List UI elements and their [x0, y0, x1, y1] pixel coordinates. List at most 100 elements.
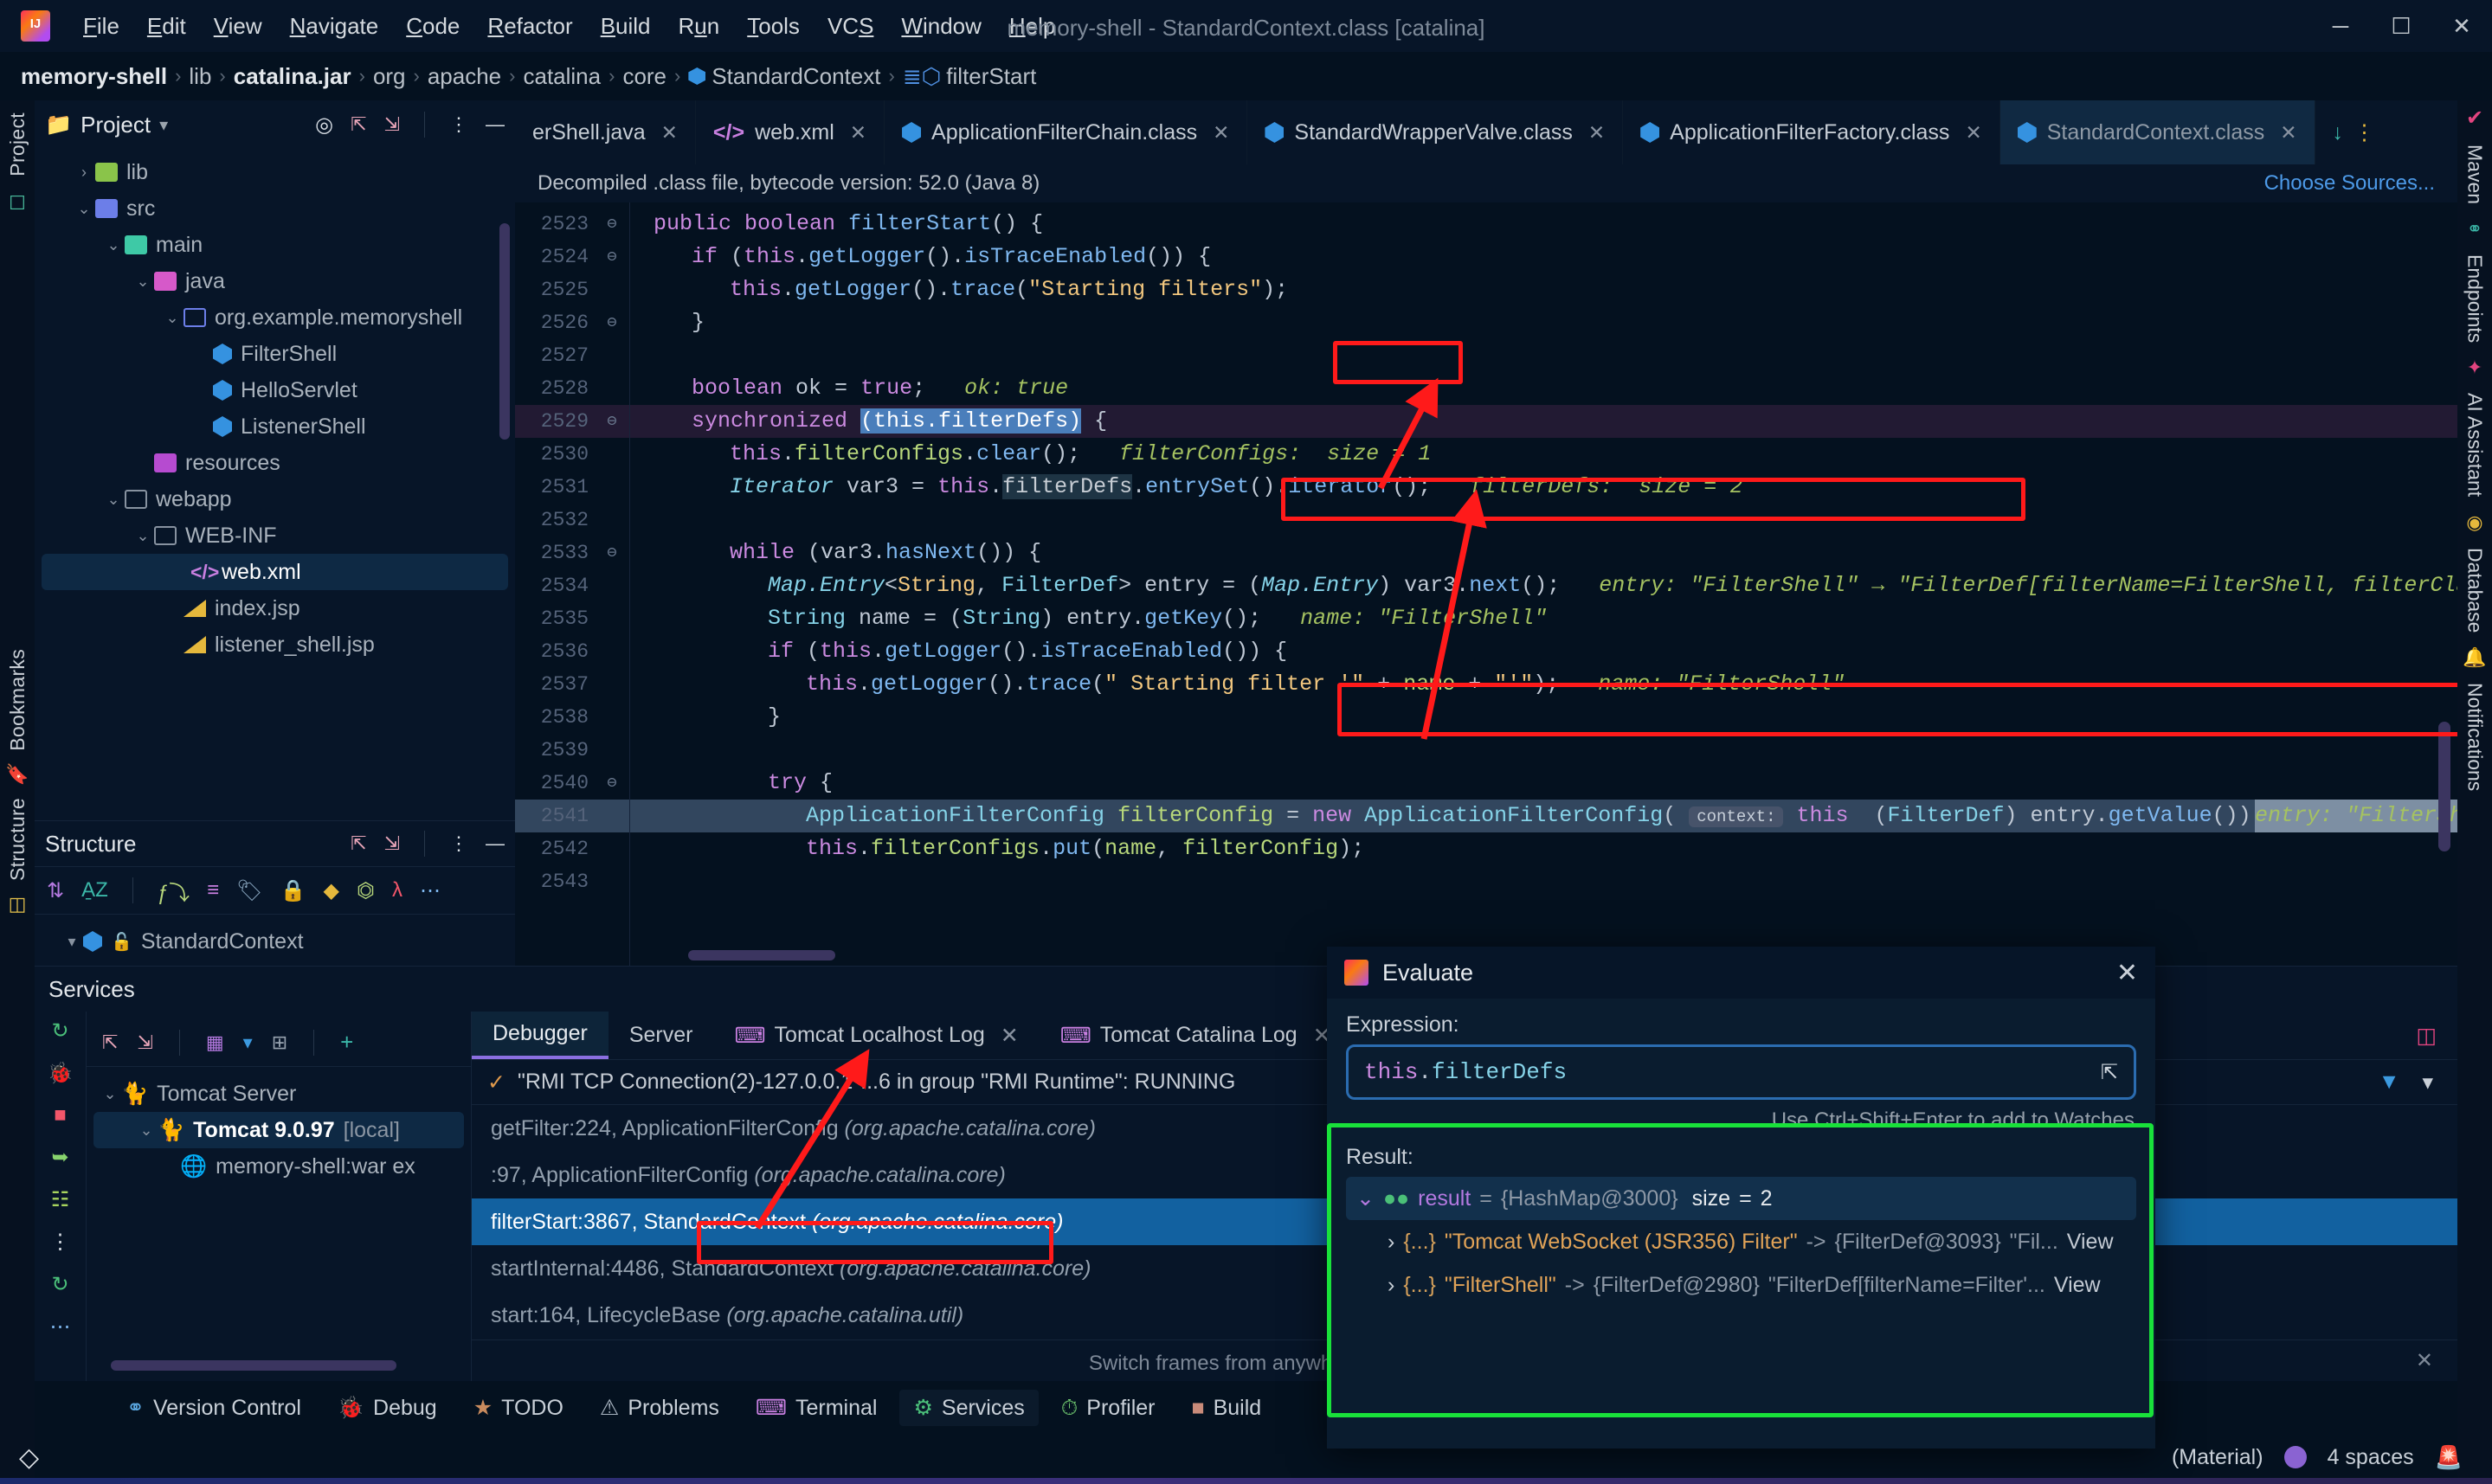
menu-window[interactable]: Window — [887, 13, 995, 40]
debugger-tab[interactable]: Server — [609, 1012, 714, 1059]
code-viewer[interactable]: 2523 ⊖ public boolean filterStart() {2524 ⊖… — [515, 202, 2457, 966]
code-line[interactable]: 2542 this.filterConfigs.put(name, filterC… — [515, 832, 2457, 865]
tool-window-button-todo[interactable]: ★ TODO — [460, 1390, 577, 1426]
rail-item-ai-assistant[interactable]: AI Assistant — [2463, 393, 2487, 497]
theme-indicator[interactable]: (Material) — [2172, 1445, 2263, 1470]
more-icon[interactable]: ⋮ — [449, 113, 468, 136]
project-tree-item[interactable]: ⌄ org.example.memoryshell — [35, 299, 515, 336]
project-tree-item[interactable]: ⌄ src — [35, 190, 515, 227]
code-line[interactable]: 2531 Iterator var3 = this.filterDefs.entr… — [515, 471, 2457, 504]
breadcrumb-item-8[interactable]: filterStart — [946, 63, 1036, 90]
chevron-down-icon[interactable]: ▾ — [159, 114, 168, 136]
services-tree-item[interactable]: ⌄ 🐈 Tomcat 9.0.97 [local] — [93, 1112, 464, 1148]
result-child-row[interactable]: › {...} "FilterShell" -> {FilterDef@2980} "Fi… — [1346, 1263, 2136, 1307]
disclosure-icon[interactable]: ⌄ — [102, 236, 125, 254]
collapse-icon[interactable]: ⇲ — [384, 832, 400, 855]
view-link[interactable]: View — [2067, 1230, 2114, 1255]
menu-edit[interactable]: Edit — [133, 13, 200, 40]
project-tree-item[interactable]: </> web.xml — [42, 554, 508, 590]
choose-sources-link[interactable]: Choose Sources... — [2264, 171, 2435, 196]
expand-icon[interactable]: ⇱ — [351, 113, 366, 136]
project-tree-item[interactable]: listener_shell.jsp — [35, 626, 515, 663]
disclosure-icon[interactable]: ⌄ — [73, 200, 95, 218]
scroll-down-icon[interactable]: ↓ — [2333, 120, 2344, 145]
close-icon[interactable]: ✕ — [2116, 958, 2138, 988]
breadcrumb-item-0[interactable]: memory-shell — [21, 63, 167, 90]
breadcrumb-item-4[interactable]: apache — [428, 63, 501, 90]
plus-icon[interactable]: + — [340, 1029, 353, 1056]
code-line[interactable]: 2525 this.getLogger().trace("Starting fil… — [515, 273, 2457, 306]
show-inherited-icon[interactable]: ⏣ — [357, 878, 375, 903]
menu-help[interactable]: Help — [995, 13, 1069, 40]
debugger-tab[interactable]: Debugger — [472, 1012, 609, 1059]
sort-by-visibility-icon[interactable]: ⇅ — [47, 878, 64, 903]
project-tree-item[interactable]: resources — [35, 445, 515, 481]
minimize-button[interactable]: ─ — [2310, 0, 2371, 52]
chevron-right-icon[interactable]: › — [1388, 1273, 1394, 1298]
result-row[interactable]: ⌄ ●● result = {HashMap@3000} size = 2 — [1346, 1177, 2136, 1220]
code-line[interactable]: 2539 — [515, 734, 2457, 767]
layout-icon[interactable]: ◫ — [2416, 1023, 2437, 1049]
tool-window-button-services[interactable]: ⚙ Services — [899, 1390, 1039, 1426]
breadcrumb-item-6[interactable]: core — [622, 63, 666, 90]
rail-item-notifications[interactable]: Notifications — [2463, 683, 2487, 791]
project-tree-item[interactable]: ⌄ webapp — [35, 481, 515, 517]
tool-window-button-problems[interactable]: ⚠ Problems — [586, 1390, 733, 1426]
code-line[interactable]: 2543 — [515, 865, 2457, 898]
menu-tools[interactable]: Tools — [733, 13, 814, 40]
grid-icon[interactable]: ▦ — [206, 1031, 224, 1054]
code-fold-icon[interactable]: ⊖ — [602, 306, 622, 339]
project-tree-item[interactable]: FilterShell — [35, 336, 515, 372]
endpoints-icon[interactable]: ⚭ — [2467, 218, 2482, 241]
debugger-tab[interactable]: ⌨ Tomcat Localhost Log ✕ — [713, 1012, 1039, 1059]
project-tree-item[interactable]: ⌄ java — [35, 263, 515, 299]
editor-tab[interactable]: erShell.java ✕ — [515, 100, 696, 164]
collapse-icon[interactable]: ⇲ — [137, 1031, 152, 1054]
disclosure-icon[interactable]: ⌄ — [102, 491, 125, 509]
more-icon[interactable]: ⋮ — [2354, 119, 2375, 145]
structure-icon[interactable]: ◫ — [9, 893, 27, 915]
expand-editor-icon[interactable]: ⇱ — [2101, 1060, 2118, 1085]
filter-icon[interactable]: ▼ — [2379, 1070, 2400, 1095]
debugger-tab[interactable]: ⌨ Tomcat Catalina Log ✕ — [1040, 1012, 1352, 1059]
project-tree-item[interactable]: ⌄ main — [35, 227, 515, 263]
filter-icon[interactable]: ▾ — [243, 1031, 253, 1054]
disclosure-icon[interactable]: › — [73, 164, 95, 182]
more-icon[interactable]: ⋮ — [50, 1230, 71, 1255]
bookmarks-icon[interactable]: 🔖 — [5, 763, 29, 786]
sort-alpha-icon[interactable]: A̱Z — [81, 878, 108, 903]
code-line[interactable]: 2537 this.getLogger().trace(" Starting fi… — [515, 668, 2457, 701]
show-lambdas-icon[interactable]: λ — [392, 878, 402, 903]
code-line[interactable]: 2530 this.filterConfigs.clear(); filterCo… — [515, 438, 2457, 471]
code-line[interactable]: 2541 ApplicationFilterConfig filterConfig… — [515, 800, 2457, 832]
disclosure-icon[interactable]: ⌄ — [135, 1121, 158, 1140]
menu-view[interactable]: View — [200, 13, 276, 40]
services-tree[interactable]: ⇱ ⇲ ▦ ▾ ⊞ + ⌄ 🐈 Tomcat Server ⌄ 🐈 Tomcat 9.0.… — [87, 1012, 472, 1381]
editor-tab[interactable]: ApplicationFilterChain.class ✕ — [885, 100, 1248, 164]
disclosure-icon[interactable]: ⌄ — [132, 273, 154, 291]
code-line[interactable]: 2534 Map.Entry<String, FilterDef> entry =… — [515, 569, 2457, 602]
expression-input[interactable]: this.filterDefs ⇱ — [1346, 1044, 2136, 1100]
code-fold-icon[interactable]: ⊖ — [602, 536, 622, 569]
project-tree-item[interactable]: HelloServlet — [35, 372, 515, 408]
result-child-row[interactable]: › {...} "Tomcat WebSocket (JSR356) Filter"… — [1346, 1220, 2136, 1263]
chevron-down-icon[interactable]: ▾ — [61, 933, 83, 951]
hint-close-icon[interactable]: ✕ — [2416, 1348, 2433, 1373]
show-nonpublic-icon[interactable]: 🔒 — [280, 878, 306, 903]
code-line[interactable]: 2526 ⊖} — [515, 306, 2457, 339]
close-icon[interactable]: ✕ — [2280, 121, 2296, 145]
structure-root-row[interactable]: ▾ 🔓 StandardContext — [57, 923, 515, 960]
stop-icon[interactable]: ■ — [54, 1103, 67, 1127]
project-tree-item[interactable]: › lib — [35, 154, 515, 190]
breadcrumb-item-7[interactable]: StandardContext — [712, 63, 880, 90]
tool-window-button-profiler[interactable]: ⏱ Profiler — [1047, 1391, 1169, 1426]
alarm-icon[interactable]: 🚨 — [2435, 1444, 2463, 1471]
maven-icon[interactable]: ✔ — [2466, 106, 2483, 131]
code-line[interactable]: 2528 boolean ok = true; ok: true — [515, 372, 2457, 405]
code-line[interactable]: 2540 ⊖ try { — [515, 767, 2457, 800]
overflow-icon[interactable]: ⋯ — [50, 1314, 71, 1339]
tool-window-button-terminal[interactable]: ⌨ Terminal — [742, 1390, 892, 1426]
services-tree-item[interactable]: ⌄ 🐈 Tomcat Server — [87, 1076, 471, 1112]
view-link[interactable]: View — [2054, 1273, 2101, 1298]
project-tree-item[interactable]: ListenerShell — [35, 408, 515, 445]
